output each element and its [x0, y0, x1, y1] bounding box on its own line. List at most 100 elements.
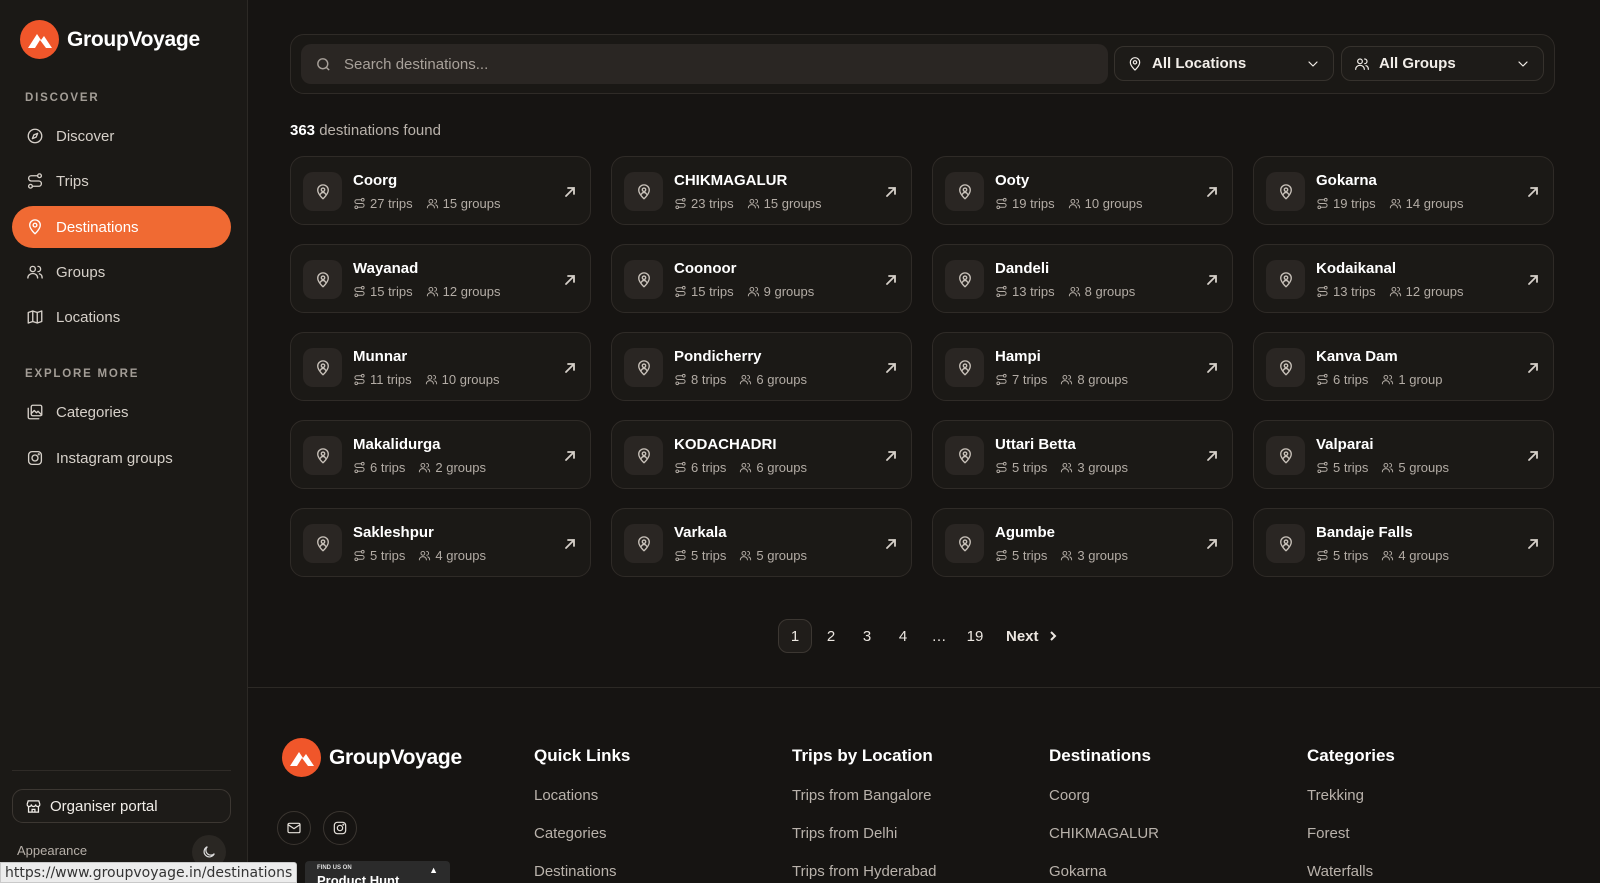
destination-card[interactable]: Gokarna 19 trips 14 groups: [1253, 156, 1554, 225]
page-button[interactable]: 3: [850, 619, 884, 653]
brand-logo-link[interactable]: GroupVoyage: [20, 20, 200, 59]
trip-count: 13 trips: [1012, 284, 1055, 299]
arrow-up-right-icon: [564, 273, 576, 285]
footer-link[interactable]: Forest: [1307, 825, 1395, 863]
group-count: 6 groups: [756, 372, 807, 387]
trip-count: 6 trips: [691, 460, 727, 475]
route-icon: [353, 549, 370, 562]
group-count: 8 groups: [1077, 372, 1128, 387]
footer-link[interactable]: Destinations: [534, 863, 630, 883]
nav-item-destinations[interactable]: Destinations: [12, 206, 231, 248]
destination-card[interactable]: Varkala 5 trips 5 groups: [611, 508, 912, 577]
destination-card[interactable]: CHIKMAGALUR 23 trips 15 groups: [611, 156, 912, 225]
destination-meta: 15 trips 9 groups: [674, 284, 814, 299]
footer-link[interactable]: Trekking: [1307, 787, 1395, 825]
arrow-up-right-icon: [885, 449, 897, 461]
trip-count: 5 trips: [691, 548, 727, 563]
search-box[interactable]: [301, 44, 1108, 84]
destination-card[interactable]: Valparai 5 trips 5 groups: [1253, 420, 1554, 489]
destination-card[interactable]: Hampi 7 trips 8 groups: [932, 332, 1233, 401]
arrow-up-right-icon: [885, 361, 897, 373]
group-count: 10 groups: [441, 372, 500, 387]
section-label-discover: DISCOVER: [25, 92, 100, 104]
destination-name: KODACHADRI: [674, 436, 777, 453]
nav-item-trips[interactable]: Trips: [12, 160, 231, 202]
footer-brand-link[interactable]: GroupVoyage: [282, 738, 462, 777]
users-icon: [1389, 285, 1406, 298]
destination-name: Munnar: [353, 348, 408, 365]
destination-card[interactable]: KODACHADRI 6 trips 6 groups: [611, 420, 912, 489]
nav-item-locations[interactable]: Locations: [12, 296, 231, 338]
pagination: 1 2 3 4 … 19 Next: [778, 619, 1059, 653]
footer-link[interactable]: Trips from Bangalore: [792, 787, 937, 825]
group-count: 9 groups: [763, 284, 815, 299]
destination-card[interactable]: Kanva Dam 6 trips 1 group: [1253, 332, 1554, 401]
location-user-icon: [624, 524, 663, 563]
email-button[interactable]: [277, 811, 311, 845]
destination-card[interactable]: Wayanad 15 trips 12 groups: [290, 244, 591, 313]
nav-item-categories[interactable]: Categories: [12, 391, 231, 433]
footer-link[interactable]: Coorg: [1049, 787, 1159, 825]
destination-card[interactable]: Coonoor 15 trips 9 groups: [611, 244, 912, 313]
destination-name: Valparai: [1316, 436, 1374, 453]
users-icon: [425, 373, 442, 386]
footer-link[interactable]: Trips from Hyderabad: [792, 863, 937, 883]
group-count: 4 groups: [435, 548, 486, 563]
nav-item-discover[interactable]: Discover: [12, 115, 231, 157]
group-count: 12 groups: [442, 284, 501, 299]
users-icon: [1381, 549, 1398, 562]
users-icon: [426, 197, 443, 210]
page-button[interactable]: 4: [886, 619, 920, 653]
destination-meta: 8 trips 6 groups: [674, 372, 807, 387]
footer-link[interactable]: Categories: [534, 825, 630, 863]
destination-card[interactable]: Sakleshpur 5 trips 4 groups: [290, 508, 591, 577]
groups-filter-select[interactable]: All Groups: [1341, 46, 1544, 81]
destination-card[interactable]: Munnar 11 trips 10 groups: [290, 332, 591, 401]
users-icon: [418, 549, 435, 562]
footer-column: Destinations Coorg CHIKMAGALUR Gokarna: [1049, 746, 1159, 883]
next-label: Next: [1006, 627, 1039, 645]
destination-card[interactable]: Kodaikanal 13 trips 12 groups: [1253, 244, 1554, 313]
group-count: 5 groups: [1398, 460, 1449, 475]
organiser-portal-button[interactable]: Organiser portal: [12, 789, 231, 823]
page-button[interactable]: 2: [814, 619, 848, 653]
footer-link[interactable]: Waterfalls: [1307, 863, 1395, 883]
next-page-button[interactable]: Next: [1006, 628, 1059, 645]
trip-count: 13 trips: [1333, 284, 1376, 299]
destination-card[interactable]: Bandaje Falls 5 trips 4 groups: [1253, 508, 1554, 577]
destination-card[interactable]: Makalidurga 6 trips 2 groups: [290, 420, 591, 489]
mountain-logo-icon: [20, 20, 59, 59]
destination-card[interactable]: Coorg 27 trips 15 groups: [290, 156, 591, 225]
destination-meta: 6 trips 2 groups: [353, 460, 486, 475]
destination-card[interactable]: Dandeli 13 trips 8 groups: [932, 244, 1233, 313]
users-icon: [1060, 549, 1077, 562]
footer-link[interactable]: Locations: [534, 787, 630, 825]
destination-meta: 13 trips 8 groups: [995, 284, 1135, 299]
route-icon: [674, 461, 691, 474]
location-filter-select[interactable]: All Locations: [1114, 46, 1334, 81]
nav-item-instagram-groups[interactable]: Instagram groups: [12, 437, 231, 479]
arrow-up-right-icon: [1206, 449, 1218, 461]
footer-link[interactable]: CHIKMAGALUR: [1049, 825, 1159, 863]
nav-label: Groups: [56, 263, 106, 281]
destination-card[interactable]: Ooty 19 trips 10 groups: [932, 156, 1233, 225]
destination-card[interactable]: Pondicherry 8 trips 6 groups: [611, 332, 912, 401]
destination-card[interactable]: Uttari Betta 5 trips 3 groups: [932, 420, 1233, 489]
search-input[interactable]: [344, 55, 1044, 73]
product-hunt-badge[interactable]: FIND US ON Product Hunt ▲: [305, 861, 450, 883]
arrow-up-right-icon: [1206, 361, 1218, 373]
route-icon: [1316, 197, 1333, 210]
nav-item-groups[interactable]: Groups: [12, 251, 231, 293]
instagram-button[interactable]: [323, 811, 357, 845]
trip-count: 15 trips: [370, 284, 413, 299]
destination-name: Sakleshpur: [353, 524, 434, 541]
destination-meta: 5 trips 4 groups: [1316, 548, 1449, 563]
footer-link[interactable]: Trips from Delhi: [792, 825, 937, 863]
page-button[interactable]: 19: [958, 619, 992, 653]
page-button[interactable]: 1: [778, 619, 812, 653]
destination-card[interactable]: Agumbe 5 trips 3 groups: [932, 508, 1233, 577]
users-icon: [739, 373, 756, 386]
trip-count: 6 trips: [1333, 372, 1369, 387]
users-icon: [739, 549, 756, 562]
footer-link[interactable]: Gokarna: [1049, 863, 1159, 883]
